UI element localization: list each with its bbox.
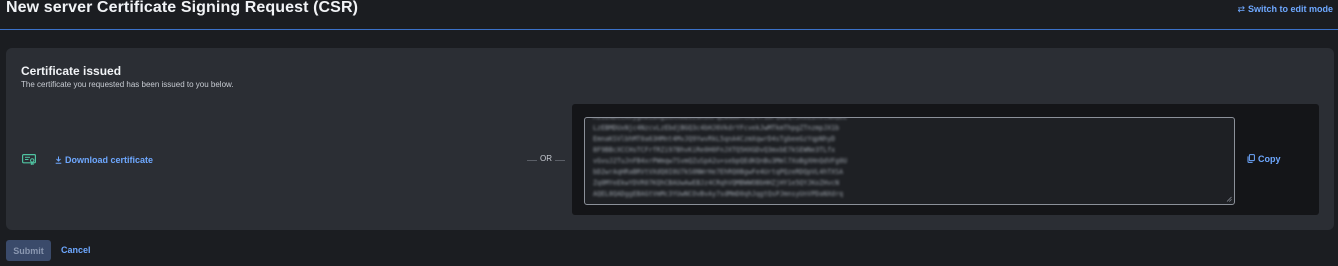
cancel-link[interactable]: Cancel — [61, 245, 91, 255]
certificate-line: vGvuJ2TuJnFB4xrPWmqw7SvmQZuSpA2u+sebpQEd… — [593, 157, 848, 165]
certificate-panel: MIIENDCCAxygAwIBAgIUXXmdsz8H3kPqLwN0mYcR… — [572, 104, 1319, 215]
copy-button[interactable]: Copy — [1247, 154, 1281, 164]
certificate-issued-card: Certificate issued The certificate you r… — [6, 48, 1334, 230]
submit-button[interactable]: Submit — [6, 240, 51, 261]
certificate-line: LzEBMDUxNjc4NzcvLzEbdjBGQ3c4bHJ6VkdrYFcv… — [593, 124, 840, 132]
or-label: OR — [540, 154, 552, 163]
divider-line-left — [527, 160, 537, 161]
divider-line-right — [555, 160, 565, 161]
download-certificate-link[interactable]: Download certificate — [55, 155, 153, 165]
copy-label: Copy — [1258, 154, 1281, 164]
certificate-textarea[interactable]: MIIENDCCAxygAwIBAgIUXXmdsz8H3kPqLwN0mYcR… — [584, 117, 1235, 205]
certificate-icon — [22, 154, 36, 165]
download-icon — [55, 156, 62, 164]
switch-arrows-icon: ⇄ — [1237, 4, 1245, 14]
resize-handle-icon[interactable] — [1226, 196, 1232, 202]
switch-to-edit-mode-link[interactable]: ⇄ Switch to edit mode — [1237, 4, 1333, 15]
card-subtitle: The certificate you requested has been i… — [21, 80, 234, 89]
switch-to-edit-mode-label: Switch to edit mode — [1247, 4, 1333, 14]
certificate-line: EmnaKSVlbhMT0a63HMnt4MvJQ9YwvRkL5qnA4Czm… — [593, 135, 836, 143]
certificate-content: MIIENDCCAxygAwIBAgIUXXmdsz8H3kPqLwN0mYcR… — [593, 118, 1226, 200]
card-title: Certificate issued — [21, 64, 122, 78]
copy-icon — [1247, 154, 1255, 163]
page-title: New server Certificate Signing Request (… — [6, 0, 359, 16]
certificate-line: 8F9BBcXCCHsTCFrfRZi97BhvKiRe0H0FnJXTQ5HX… — [593, 146, 836, 154]
certificate-line: AQEL8QADggEBAGtVmMc3YUwNCOvBvAy7sdMmD0qh… — [593, 190, 844, 198]
certificate-line: bD2wrAqHRaBRVtVXdQ0I0U7kS0NWrHe7EhRQ0Bgw… — [593, 168, 844, 176]
page-header: New server Certificate Signing Request (… — [0, 0, 1338, 30]
download-certificate-label: Download certificate — [65, 155, 154, 165]
certificate-line: Zq0MYeEkwYDVR07KQhCBAUwAwEBJz4CRqhVQMBWW… — [593, 179, 840, 187]
or-divider: OR — [527, 154, 565, 166]
